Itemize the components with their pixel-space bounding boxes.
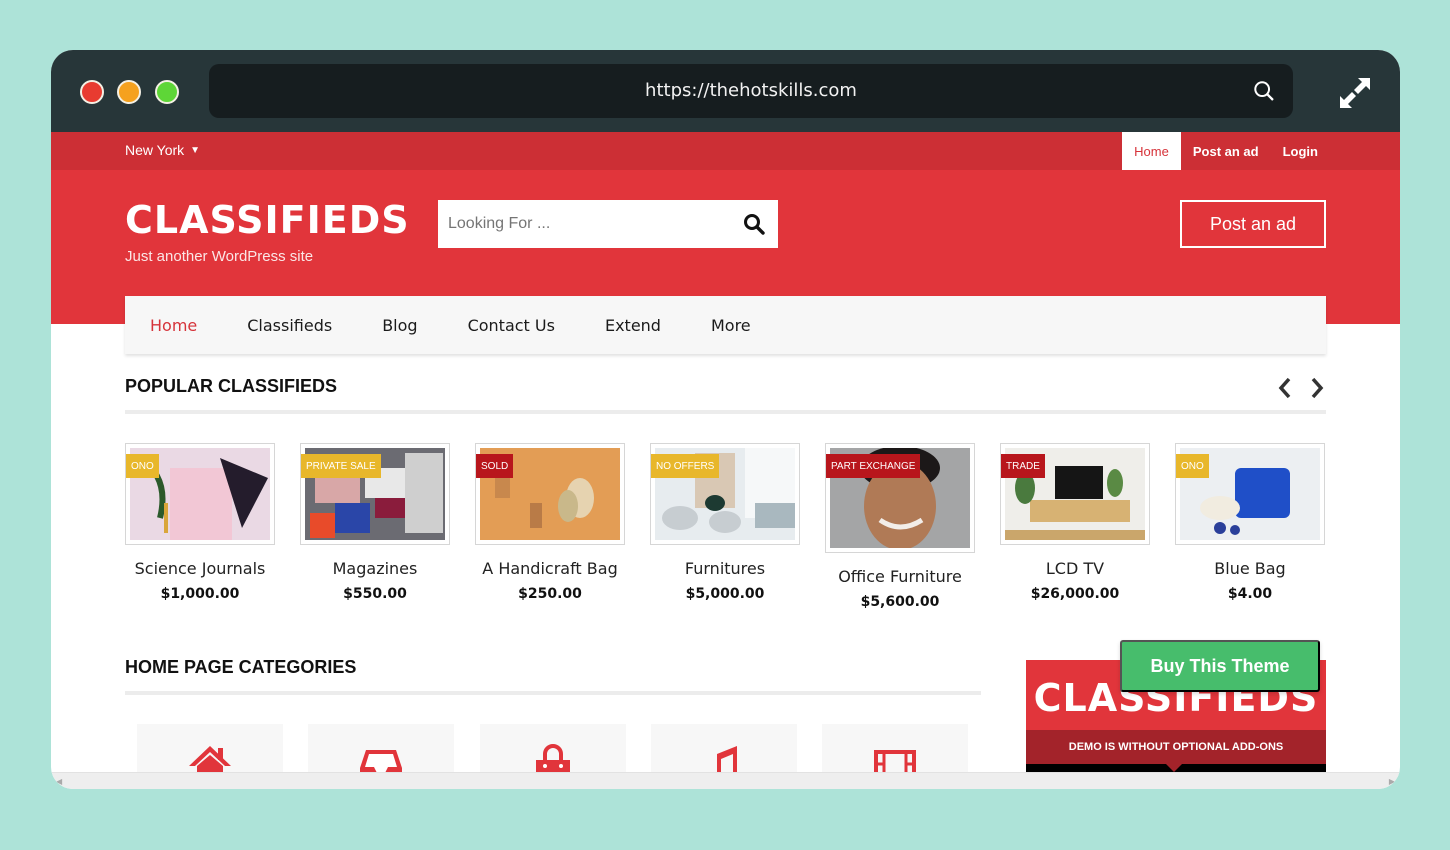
search-box xyxy=(438,200,778,248)
carousel-controls xyxy=(1276,376,1326,400)
classified-image[interactable]: PRIVATE SALE xyxy=(300,443,450,545)
browser-window: https://thehotskills.com New York ▼ Home… xyxy=(51,50,1400,789)
classified-price: $5,000.00 xyxy=(685,586,765,602)
search-icon[interactable] xyxy=(742,212,766,236)
top-link-login[interactable]: Login xyxy=(1271,132,1330,170)
status-badge: PRIVATE SALE xyxy=(301,454,381,478)
status-badge: TRADE xyxy=(1001,454,1045,478)
classified-image[interactable]: ONO xyxy=(125,443,275,545)
maximize-window-button[interactable] xyxy=(155,80,179,104)
scroll-left-icon[interactable]: ◀ xyxy=(56,777,62,786)
classified-title[interactable]: Furnitures xyxy=(650,559,800,578)
nav-item-classifieds[interactable]: Classifieds xyxy=(247,316,332,335)
classified-card[interactable]: SOLD A Handicraft Bag $250.00 xyxy=(475,443,625,602)
section-divider xyxy=(125,410,1326,414)
classified-card[interactable]: ONO Science Journals $1,000.00 xyxy=(125,443,275,602)
main-nav: Home Classifieds Blog Contact Us Extend … xyxy=(125,296,1326,354)
promo-notch xyxy=(1166,764,1182,772)
classified-image[interactable]: NO OFFERS xyxy=(650,443,800,545)
classified-price: $250.00 xyxy=(518,586,582,602)
status-badge: ONO xyxy=(126,454,159,478)
popular-section-title: POPULAR CLASSIFIEDS xyxy=(125,376,338,396)
classified-card[interactable]: TRADE LCD TV $26,000.00 xyxy=(1000,443,1150,602)
address-bar[interactable]: https://thehotskills.com xyxy=(209,64,1293,118)
buy-theme-button[interactable]: Buy This Theme xyxy=(1120,640,1320,692)
classified-title[interactable]: Science Journals xyxy=(125,559,275,578)
site-tagline: Just another WordPress site xyxy=(125,248,314,265)
site-logo[interactable]: CLASSIFIEDS xyxy=(125,198,410,242)
top-bar: New York ▼ Home Post an ad Login xyxy=(51,132,1400,170)
minimize-window-button[interactable] xyxy=(117,80,141,104)
status-badge: NO OFFERS xyxy=(651,454,720,478)
search-input[interactable] xyxy=(438,200,718,248)
top-link-home[interactable]: Home xyxy=(1122,132,1181,170)
classified-price: $4.00 xyxy=(1227,586,1273,602)
status-badge: ONO xyxy=(1176,454,1209,478)
location-selector[interactable]: New York ▼ xyxy=(125,142,200,158)
classified-price: $1,000.00 xyxy=(160,586,240,602)
chevron-left-icon[interactable] xyxy=(1276,376,1294,400)
post-ad-button[interactable]: Post an ad xyxy=(1180,200,1326,248)
classified-card[interactable]: PART EXCHANGE Office Furniture $5,600.00 xyxy=(825,443,975,610)
top-links: Home Post an ad Login xyxy=(1122,132,1330,170)
horizontal-scrollbar[interactable]: ◀ ▶ xyxy=(51,772,1400,789)
nav-item-extend[interactable]: Extend xyxy=(605,316,661,335)
classified-title[interactable]: LCD TV xyxy=(1000,559,1150,578)
classified-image[interactable]: ONO xyxy=(1175,443,1325,545)
classified-image[interactable]: PART EXCHANGE xyxy=(825,443,975,553)
scroll-right-icon[interactable]: ▶ xyxy=(1389,777,1395,786)
close-window-button[interactable] xyxy=(80,80,104,104)
browser-chrome: https://thehotskills.com xyxy=(51,50,1400,132)
status-badge: SOLD xyxy=(476,454,514,478)
status-badge: PART EXCHANGE xyxy=(826,454,921,478)
location-label: New York xyxy=(125,142,185,158)
expand-icon[interactable] xyxy=(1338,76,1372,110)
classified-card[interactable]: NO OFFERS Furnitures $5,000.00 xyxy=(650,443,800,602)
classified-title[interactable]: Office Furniture xyxy=(825,567,975,586)
nav-item-home[interactable]: Home xyxy=(150,316,197,335)
classified-card[interactable]: ONO Blue Bag $4.00 xyxy=(1175,443,1325,602)
promo-note: DEMO IS WITHOUT OPTIONAL ADD-ONS xyxy=(1026,730,1326,764)
url-text[interactable]: https://thehotskills.com xyxy=(209,80,1293,101)
classified-price: $26,000.00 xyxy=(1030,586,1120,602)
classified-image[interactable]: TRADE xyxy=(1000,443,1150,545)
categories-section-title: HOME PAGE CATEGORIES xyxy=(125,657,357,677)
top-link-post-ad[interactable]: Post an ad xyxy=(1181,132,1271,170)
classified-price: $550.00 xyxy=(343,586,407,602)
classified-title[interactable]: Blue Bag xyxy=(1175,559,1325,578)
classified-title[interactable]: Magazines xyxy=(300,559,450,578)
classified-image[interactable]: SOLD xyxy=(475,443,625,545)
section-divider xyxy=(125,691,981,695)
nav-item-blog[interactable]: Blog xyxy=(382,316,417,335)
classified-card[interactable]: PRIVATE SALE Magazines $550.00 xyxy=(300,443,450,602)
nav-item-more[interactable]: More xyxy=(711,316,751,335)
search-icon[interactable] xyxy=(1253,80,1275,102)
classified-price: $5,600.00 xyxy=(860,594,940,610)
chevron-down-icon: ▼ xyxy=(190,144,201,156)
nav-item-contact-us[interactable]: Contact Us xyxy=(468,316,555,335)
chevron-right-icon[interactable] xyxy=(1308,376,1326,400)
classified-title[interactable]: A Handicraft Bag xyxy=(475,559,625,578)
